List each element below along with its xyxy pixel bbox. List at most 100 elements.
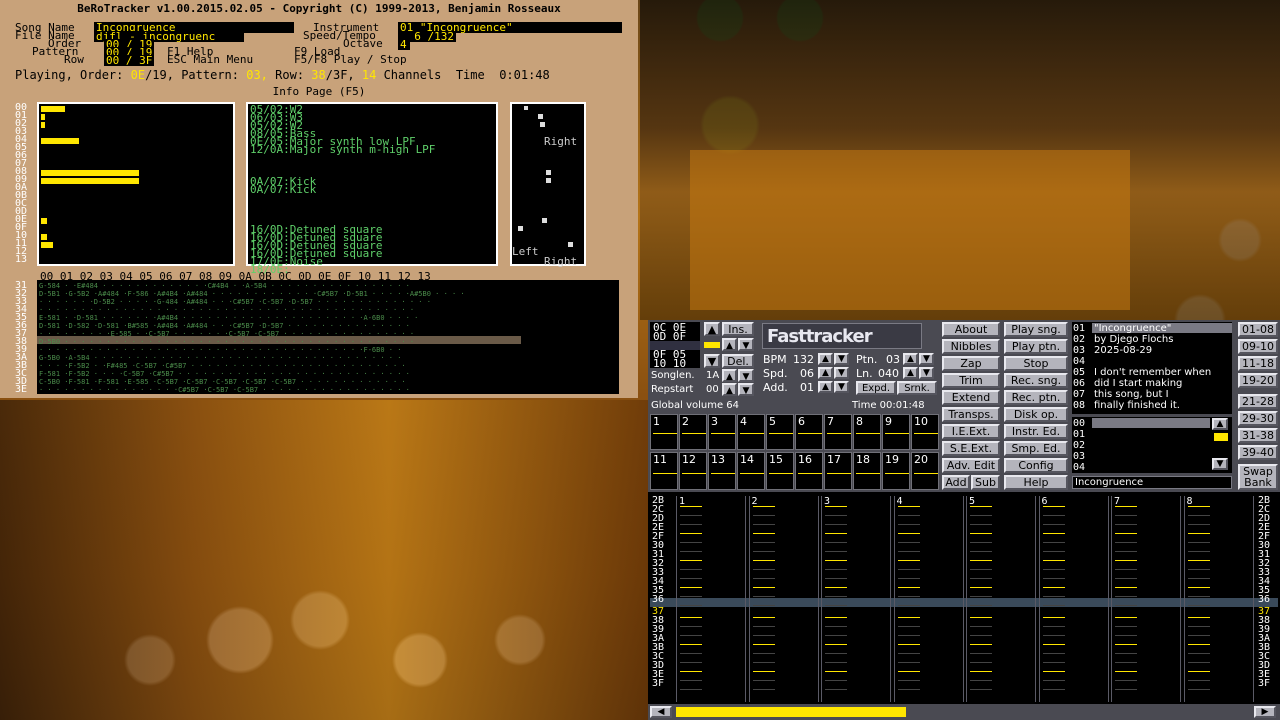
help-esc[interactable]: ESC Main Menu <box>167 54 253 65</box>
menu-button-instr-ed[interactable]: Instr. Ed. <box>1004 424 1068 439</box>
menu-button-stop[interactable]: Stop <box>1004 356 1068 371</box>
ln-up[interactable]: ▲ <box>903 367 918 379</box>
swap-bank-button[interactable]: Swap Bank <box>1238 464 1278 490</box>
channel-scope[interactable]: 13 <box>708 452 736 490</box>
menu-button-adv-edit[interactable]: Adv. Edit <box>942 458 1000 473</box>
add-up[interactable]: ▲ <box>818 381 833 393</box>
repstart-up[interactable]: ▲ <box>722 383 737 396</box>
row-field[interactable]: 00 / 3F <box>104 55 154 66</box>
sample-number[interactable]: 00 <box>1073 418 1085 429</box>
instrument-list[interactable]: 01 02 03 04 05 06 07 08 "Incongruence" by Djego … <box>1072 322 1232 414</box>
spd-down[interactable]: ▼ <box>834 367 849 379</box>
menu-button-zap[interactable]: Zap <box>942 356 1000 371</box>
sample-number[interactable]: 04 <box>1073 462 1085 473</box>
channel-scope[interactable]: 9 <box>882 414 910 450</box>
order-inc-button[interactable]: ▲ <box>722 338 737 351</box>
channel-scope[interactable]: 5 <box>766 414 794 450</box>
instrument-bank-button[interactable]: 39-40 <box>1238 445 1278 460</box>
menu-button-trim[interactable]: Trim <box>942 373 1000 388</box>
help-f5f8[interactable]: F5/F8 Play / Stop <box>294 54 407 65</box>
instrument-number[interactable]: 04 <box>1073 356 1085 367</box>
menu-button-smp-ed[interactable]: Smp. Ed. <box>1004 441 1068 456</box>
instrument-bank-button[interactable]: 21-28 <box>1238 394 1278 409</box>
order-dec-button[interactable]: ▼ <box>738 338 754 351</box>
menu-button-nibbles[interactable]: Nibbles <box>942 339 1000 354</box>
instrument-name[interactable]: I don't remember when <box>1094 367 1211 378</box>
scroll-left-button[interactable]: ◀ <box>650 706 672 718</box>
menu-button-rec-sng[interactable]: Rec. sng. <box>1004 373 1068 388</box>
instrument-bank-button[interactable]: 11-18 <box>1238 356 1278 371</box>
sample-number[interactable]: 02 <box>1073 440 1085 451</box>
instrument-name[interactable]: this song, but I <box>1094 389 1169 400</box>
menu-button-s-e-ext[interactable]: S.E.Ext. <box>942 441 1000 456</box>
ptn-up[interactable]: ▲ <box>903 353 918 365</box>
pattern-view[interactable]: G-584 · ·E#484 · · · · · · · · · · · · ·… <box>37 280 619 394</box>
channel-scope[interactable]: 3 <box>708 414 736 450</box>
add-down[interactable]: ▼ <box>834 381 849 393</box>
channel-scope[interactable]: 7 <box>824 414 852 450</box>
bpm-down[interactable]: ▼ <box>834 353 849 365</box>
menu-button-i-e-ext[interactable]: I.E.Ext. <box>942 424 1000 439</box>
sample-number[interactable]: 01 <box>1073 429 1085 440</box>
octave-field[interactable]: 4 <box>398 39 410 50</box>
delete-order-button[interactable]: Del. <box>722 354 754 368</box>
instrument-number[interactable]: 07 <box>1073 389 1085 400</box>
songlen-down[interactable]: ▼ <box>738 369 754 382</box>
channel-scope[interactable]: 12 <box>679 452 707 490</box>
instrument-name[interactable]: by Djego Flochs <box>1094 334 1173 345</box>
ptn-down[interactable]: ▼ <box>919 353 934 365</box>
channel-scope[interactable]: 18 <box>853 452 881 490</box>
channel-scope[interactable]: 20 <box>911 452 939 490</box>
repstart-down[interactable]: ▼ <box>738 383 754 396</box>
instrument-name[interactable]: did I start making <box>1094 378 1182 389</box>
expand-button[interactable]: Expd. <box>856 381 896 395</box>
order-entry[interactable]: 10 10 <box>653 358 686 369</box>
instrument-number[interactable]: 05 <box>1073 367 1085 378</box>
menu-button-about[interactable]: About <box>942 322 1000 337</box>
menu-button-play-ptn[interactable]: Play ptn. <box>1004 339 1068 354</box>
channel-scope[interactable]: 2 <box>679 414 707 450</box>
instrument-name[interactable]: finally finished it. <box>1094 400 1180 411</box>
horizontal-scroll-thumb[interactable] <box>676 707 906 717</box>
channel-scope[interactable]: 19 <box>882 452 910 490</box>
instrument-bank-button[interactable]: 29-30 <box>1238 411 1278 426</box>
channel-scope[interactable]: 15 <box>766 452 794 490</box>
instrument-number[interactable]: 06 <box>1073 378 1085 389</box>
sample-scroll-up[interactable]: ▲ <box>1212 418 1228 430</box>
sample-list[interactable]: 0001020304 W1Samples made by meFeel free… <box>1072 417 1232 473</box>
order-list[interactable]: 0C 0E0D 0F0E 030F 0510 10 <box>650 322 700 369</box>
menu-button-transps[interactable]: Transps. <box>942 407 1000 422</box>
menu-button-play-sng[interactable]: Play sng. <box>1004 322 1068 337</box>
songlen-up[interactable]: ▲ <box>722 369 737 382</box>
menu-button-config[interactable]: Config <box>1004 458 1068 473</box>
order-scroll-thumb[interactable] <box>704 342 720 348</box>
order-up-button[interactable]: ▲ <box>704 322 720 336</box>
channel-scope[interactable]: 1 <box>650 414 678 450</box>
scroll-right-button[interactable]: ▶ <box>1254 706 1276 718</box>
channel-scope[interactable]: 16 <box>795 452 823 490</box>
instrument-bank-button[interactable]: 01-08 <box>1238 322 1278 337</box>
channel-scope[interactable]: 6 <box>795 414 823 450</box>
menu-button-rec-ptn[interactable]: Rec. ptn. <box>1004 390 1068 405</box>
shrink-button[interactable]: Srnk. <box>897 381 937 395</box>
channel-scope[interactable]: 17 <box>824 452 852 490</box>
channel-scope[interactable]: 8 <box>853 414 881 450</box>
channel-scope[interactable]: 4 <box>737 414 765 450</box>
sample-scroll-thumb[interactable] <box>1214 433 1228 441</box>
instrument-number[interactable]: 08 <box>1073 400 1085 411</box>
instrument-bank-button[interactable]: 19-20 <box>1238 373 1278 388</box>
spd-up[interactable]: ▲ <box>818 367 833 379</box>
instrument-bank-button[interactable]: 31-38 <box>1238 428 1278 443</box>
sample-number[interactable]: 03 <box>1073 451 1085 462</box>
insert-order-button[interactable]: Ins. <box>722 322 754 336</box>
instrument-bank-button[interactable]: 09-10 <box>1238 339 1278 354</box>
add-button[interactable]: Add <box>942 475 970 490</box>
ln-down[interactable]: ▼ <box>919 367 934 379</box>
instrument-number[interactable]: 01 <box>1073 323 1085 334</box>
menu-button-extend[interactable]: Extend <box>942 390 1000 405</box>
order-down-button[interactable]: ▼ <box>704 354 720 368</box>
channel-scope[interactable]: 14 <box>737 452 765 490</box>
instrument-number[interactable]: 02 <box>1073 334 1085 345</box>
instrument-name[interactable]: 2025-08-29 <box>1094 345 1152 356</box>
instrument-number[interactable]: 03 <box>1073 345 1085 356</box>
